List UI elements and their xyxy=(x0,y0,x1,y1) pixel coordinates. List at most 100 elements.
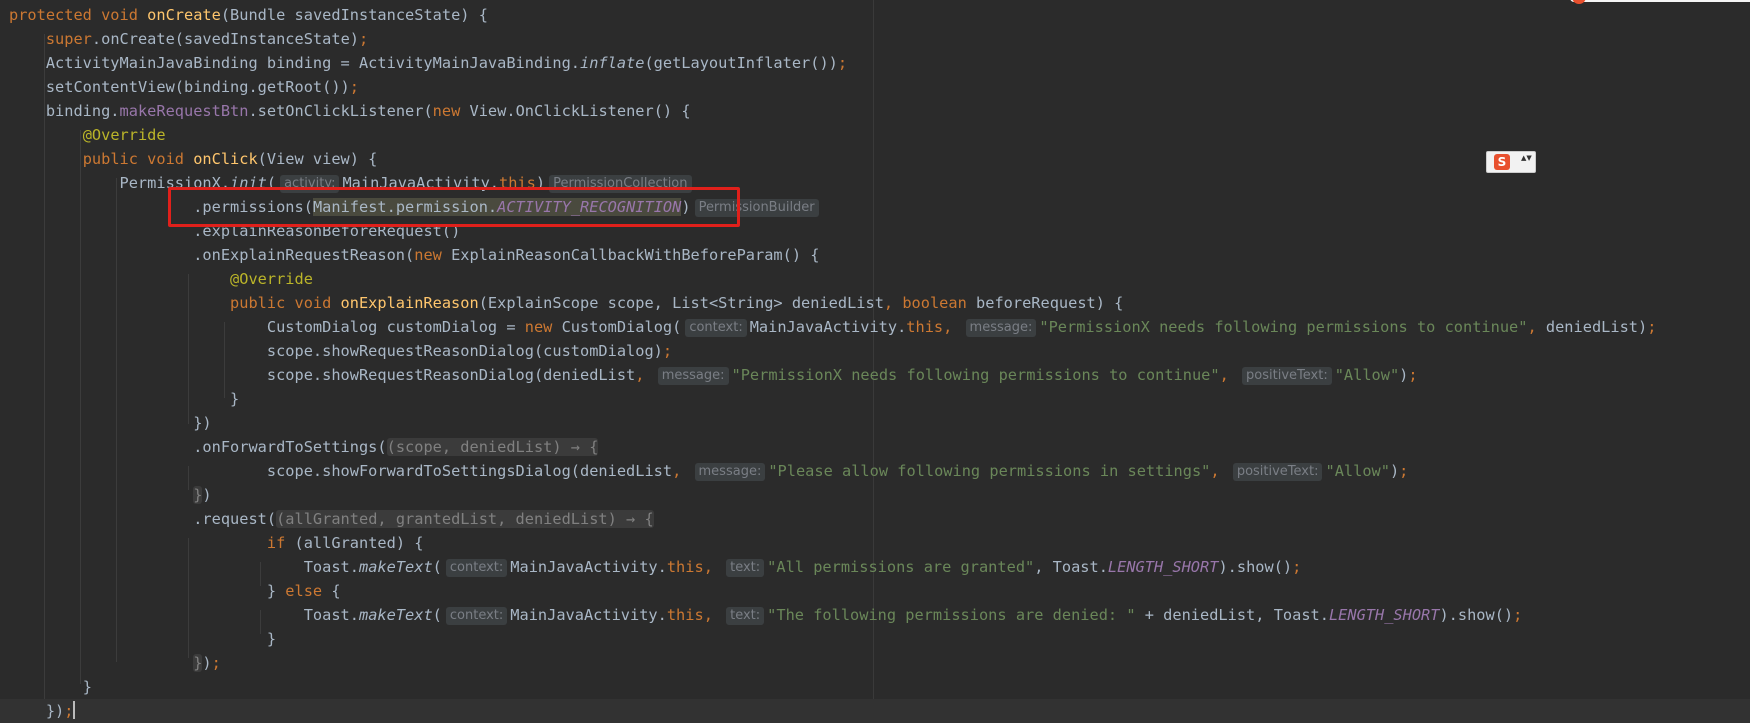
token-text: beforeRequest) { xyxy=(976,294,1124,312)
token-text: (View view) { xyxy=(257,150,378,168)
code-line-20[interactable]: scope.showForwardToSettingsDialog(denied… xyxy=(9,459,1408,483)
code-line-9[interactable]: .permissions(Manifest.permission.ACTIVIT… xyxy=(9,195,822,219)
code-line-17[interactable]: } xyxy=(9,387,239,411)
code-line-13[interactable]: public void onExplainReason(ExplainScope… xyxy=(9,291,1123,315)
token-comma: , xyxy=(672,462,691,480)
token-text: View.OnClickListener() { xyxy=(469,102,691,120)
token-text: } xyxy=(266,582,286,600)
code-line-3[interactable]: ActivityMainJavaBinding binding = Activi… xyxy=(9,51,847,75)
parameter-hint: positiveText: xyxy=(1242,367,1332,385)
code-line-18[interactable]: }) xyxy=(9,411,211,435)
code-line-23[interactable]: if (allGranted) { xyxy=(9,531,424,555)
token-method-name: onClick xyxy=(193,150,258,168)
token-text: ExplainReasonCallbackWithBeforeParam() { xyxy=(451,246,820,264)
token-text: (ExplainScope scope, List<String> denied… xyxy=(478,294,884,312)
token-text: ) xyxy=(1399,366,1409,384)
code-line-8[interactable]: PermissionX.init(activity: MainJavaActivi… xyxy=(9,171,695,195)
token-text: ) xyxy=(202,486,212,504)
token-text: MainJavaActivity. xyxy=(749,318,907,336)
token-text: .onExplainRequestReason( xyxy=(193,246,415,264)
code-line-30[interactable]: }); xyxy=(0,699,1750,723)
code-line-4[interactable]: setContentView(binding.getRoot()); xyxy=(9,75,359,99)
token-constant: ACTIVITY_RECOGNITION xyxy=(497,198,682,216)
token-keyword: new xyxy=(414,246,452,264)
token-text: CustomDialog customDialog = xyxy=(266,318,525,336)
text-caret xyxy=(73,701,76,719)
sogou-logo-icon: S xyxy=(1494,154,1510,170)
token-method-name: onExplainReason xyxy=(340,294,479,312)
code-line-24[interactable]: Toast.makeText(context: MainJavaActivity.… xyxy=(9,555,1301,579)
token-constant: LENGTH_SHORT xyxy=(1328,606,1440,624)
token-text: } xyxy=(230,390,240,408)
token-keyword: public void xyxy=(82,150,194,168)
token-text: ) xyxy=(202,654,212,672)
code-line-22[interactable]: .request((allGranted, grantedList, denie… xyxy=(9,507,654,531)
token-comma: , xyxy=(635,366,654,384)
token-comma: , xyxy=(883,294,903,312)
code-line-5[interactable]: binding.makeRequestBtn.setOnClickListene… xyxy=(9,99,691,123)
token-text: .explainReasonBeforeRequest() xyxy=(193,222,461,240)
token-text: }) xyxy=(45,702,65,720)
floating-toolbar[interactable] xyxy=(1570,0,1750,2)
token-text: MainJavaActivity. xyxy=(342,174,500,192)
code-line-19[interactable]: .onForwardToSettings((scope, deniedList)… xyxy=(9,435,599,459)
code-line-26[interactable]: Toast.makeText(context: MainJavaActivity.… xyxy=(9,603,1522,627)
token-semicolon: ; xyxy=(1513,606,1523,624)
type-hint: PermissionCollection xyxy=(549,175,692,193)
token-string: "PermissionX needs following permissions… xyxy=(1039,318,1528,336)
token-static-method: makeText xyxy=(358,606,433,624)
token-semicolon: ; xyxy=(662,342,673,360)
token-string: "Allow" xyxy=(1325,462,1390,480)
token-semicolon: ; xyxy=(1292,558,1302,576)
code-editor[interactable]: protected void onCreate(Bundle savedInst… xyxy=(0,0,1750,723)
token-keyword: this xyxy=(499,174,536,192)
token-text: { xyxy=(331,582,341,600)
lambda-fold[interactable]: (allGranted, grantedList, deniedList) → … xyxy=(276,510,654,528)
token-semicolon: ; xyxy=(1647,318,1657,336)
token-keyword: super xyxy=(45,30,92,48)
token-text: Toast. xyxy=(303,606,359,624)
token-semicolon: ; xyxy=(1408,366,1418,384)
code-line-21[interactable]: }) xyxy=(9,483,212,507)
code-line-15[interactable]: scope.showRequestReasonDialog(customDial… xyxy=(9,339,672,363)
token-comma: , xyxy=(1210,462,1229,480)
token-comma: , xyxy=(943,318,962,336)
code-line-7[interactable]: public void onClick(View view) { xyxy=(9,147,378,171)
token-text: .permissions( xyxy=(193,198,313,216)
code-line-14[interactable]: CustomDialog customDialog = new CustomDi… xyxy=(9,315,1656,339)
code-line-11[interactable]: .onExplainRequestReason(new ExplainReaso… xyxy=(9,243,819,267)
lambda-fold[interactable]: (scope, deniedList) → { xyxy=(386,438,599,456)
token-string: "PermissionX needs following permissions… xyxy=(731,366,1220,384)
token-method-name: onCreate xyxy=(147,6,221,24)
token-selected-text: Manifest.permission. xyxy=(312,198,498,216)
parameter-hint: message: xyxy=(694,463,766,481)
token-keyword: public void xyxy=(230,294,341,312)
code-line-16[interactable]: scope.showRequestReasonDialog(deniedList… xyxy=(9,363,1418,387)
code-line-12[interactable]: @Override xyxy=(9,267,313,291)
code-line-2[interactable]: super.onCreate(savedInstanceState); xyxy=(9,27,368,51)
parameter-hint: positiveText: xyxy=(1232,463,1323,481)
token-text: ActivityMainJavaBinding binding = Activi… xyxy=(45,54,580,72)
token-annotation: @Override xyxy=(82,126,166,144)
token-field: makeRequestBtn xyxy=(119,102,249,120)
code-line-29[interactable]: } xyxy=(9,675,92,699)
code-line-28[interactable]: }); xyxy=(9,651,221,675)
token-text: } xyxy=(82,678,92,696)
token-text: .request( xyxy=(193,510,277,528)
code-line-27[interactable]: } xyxy=(9,627,276,651)
token-string: "The following permissions are denied: " xyxy=(767,606,1136,624)
parameter-hint: context: xyxy=(685,319,747,337)
token-text: .setOnClickListener( xyxy=(248,102,433,120)
code-line-6[interactable]: @Override xyxy=(9,123,166,147)
code-line-1[interactable]: protected void onCreate(Bundle savedInst… xyxy=(9,3,488,27)
code-line-10[interactable]: .explainReasonBeforeRequest() xyxy=(9,219,460,243)
code-line-25[interactable]: } else { xyxy=(9,579,341,603)
token-keyword: else xyxy=(285,582,332,600)
token-text: ( xyxy=(266,174,277,192)
token-text: scope.showRequestReasonDialog(customDial… xyxy=(266,342,663,360)
token-text: PermissionX. xyxy=(119,174,231,192)
token-semicolon: ; xyxy=(837,54,848,72)
updown-arrow-icon[interactable]: ▲▼ xyxy=(1521,155,1532,169)
token-constant: LENGTH_SHORT xyxy=(1107,558,1219,576)
ime-switcher[interactable]: S ▲▼ xyxy=(1486,151,1536,173)
